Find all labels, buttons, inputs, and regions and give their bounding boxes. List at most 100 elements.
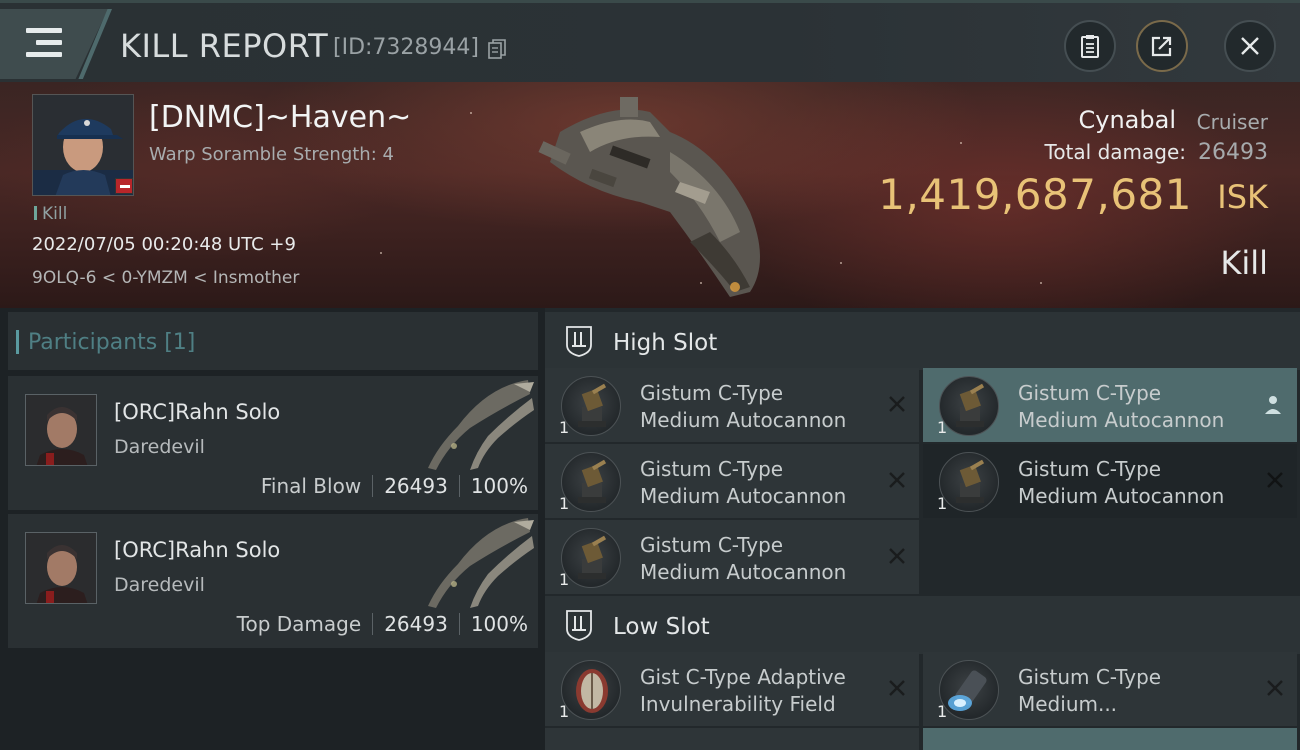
module-card[interactable]: 1 Gist C-Type Adaptive Invulnerability F… <box>545 652 919 726</box>
high-slot-icon <box>566 326 592 357</box>
participant-card[interactable]: [ORC]Rahn Solo Daredevil Top Damage 2649… <box>8 514 538 648</box>
participant-card[interactable]: [ORC]Rahn Solo Daredevil Final Blow 2649… <box>8 376 538 510</box>
kill-datetime: 2022/07/05 00:20:48 UTC +9 <box>32 234 296 255</box>
destroyed-x-icon <box>1267 472 1283 488</box>
isk-unit: ISK <box>1217 178 1268 216</box>
participant-name[interactable]: [ORC]Rahn Solo <box>114 400 280 424</box>
high-slot-title: High Slot <box>613 330 718 356</box>
module-quantity: 1 <box>937 702 948 721</box>
module-card-partial[interactable] <box>545 728 919 750</box>
module-name-line1: Gistum C-Type <box>1018 665 1162 689</box>
shield-hardener-icon <box>561 660 621 720</box>
fitting-panel: High Slot 1 Gistum C-Type Medium Autocan… <box>545 308 1300 750</box>
participant-ship: Daredevil <box>114 436 205 458</box>
participant-stats: Final Blow 26493 100% <box>261 474 528 498</box>
module-name: Gistum C-Type Medium Autocannon <box>1018 456 1224 510</box>
module-name-line1: Gistum C-Type <box>1018 381 1162 405</box>
daredevil-ship-icon[interactable] <box>418 514 536 610</box>
cynabal-ship-icon[interactable] <box>520 92 780 302</box>
module-quantity: 1 <box>559 570 570 589</box>
module-name: Gistum C-Type Medium Autocannon <box>640 456 846 510</box>
module-quantity: 1 <box>559 702 570 721</box>
module-quantity: 1 <box>559 494 570 513</box>
participants-panel: Participants [1] [ORC]Rahn Solo Daredevi… <box>0 308 545 750</box>
participant-percent: 100% <box>470 474 528 498</box>
low-slot-header[interactable]: Low Slot <box>545 596 1300 654</box>
copy-icon[interactable] <box>488 39 506 59</box>
kill-result: Kill <box>1220 244 1268 282</box>
kill-type-tag: Kill <box>34 204 67 224</box>
ship-name[interactable]: Cynabal <box>1079 106 1177 134</box>
participant-avatar[interactable] <box>25 394 97 466</box>
victim-subtitle: Warp Soramble Strength: 4 <box>149 144 394 165</box>
participant-name[interactable]: [ORC]Rahn Solo <box>114 538 280 562</box>
autocannon-icon <box>561 376 621 436</box>
divider <box>458 613 460 635</box>
module-card[interactable]: 1 Gistum C-Type Medium Autocannon <box>923 444 1297 518</box>
module-card[interactable]: 1 Gistum C-Type Medium Autocannon <box>545 520 919 594</box>
module-name-line2: Medium... <box>1018 692 1118 716</box>
kill-summary-banner: [DNMC]~Haven~ Warp Soramble Strength: 4 … <box>0 82 1300 308</box>
clipboard-icon <box>1081 35 1099 58</box>
destroyed-x-icon <box>889 680 905 696</box>
module-name: Gistum C-Type Medium Autocannon <box>640 532 846 586</box>
module-name-line2: Invulnerability Field <box>640 692 836 716</box>
participants-title: Participants [1] <box>15 330 196 355</box>
module-card[interactable]: 1 Gistum C-Type Medium Autocannon <box>923 368 1297 442</box>
share-button[interactable] <box>1136 20 1188 72</box>
module-name: Gistum C-Type Medium Autocannon <box>640 380 846 434</box>
low-slot-title: Low Slot <box>613 614 710 640</box>
daredevil-ship-icon[interactable] <box>418 376 536 472</box>
module-name-line1: Gistum C-Type <box>640 533 784 557</box>
module-name-line2: Medium Autocannon <box>640 408 847 432</box>
hamburger-menu-icon[interactable] <box>26 28 62 58</box>
module-name-line1: Gistum C-Type <box>640 381 784 405</box>
high-slot-header[interactable]: High Slot <box>545 312 1300 370</box>
divider <box>458 475 460 497</box>
victim-name[interactable]: [DNMC]~Haven~ <box>149 100 411 135</box>
module-name: Gistum C-Type Medium Autocannon <box>1018 380 1224 434</box>
total-damage-value: 26493 <box>1198 140 1268 165</box>
module-card[interactable]: 1 Gistum C-Type Medium Autocannon <box>545 368 919 442</box>
close-button[interactable] <box>1224 20 1276 72</box>
kill-location[interactable]: 9OLQ-6 < 0-YMZM < Insmother <box>32 268 299 288</box>
report-id: [ID:7328944] <box>333 35 479 60</box>
module-name-line2: Medium Autocannon <box>1018 484 1225 508</box>
ship-class: Cruiser <box>1196 110 1268 134</box>
autocannon-icon <box>561 528 621 588</box>
module-name-line1: Gistum C-Type <box>1018 457 1162 481</box>
destroyed-x-icon <box>889 396 905 412</box>
participants-header: Participants [1] <box>8 312 538 370</box>
module-card[interactable]: 1 Gistum C-Type Medium Autocannon <box>545 444 919 518</box>
participant-role: Final Blow <box>260 474 362 498</box>
module-name-line2: Medium Autocannon <box>640 560 847 584</box>
participant-ship: Daredevil <box>114 574 205 596</box>
page-title: KILL REPORT <box>120 27 329 65</box>
module-card-partial[interactable] <box>923 728 1297 750</box>
module-name-line1: Gistum C-Type <box>640 457 784 481</box>
destroyed-x-icon <box>889 548 905 564</box>
shield-booster-icon <box>939 660 999 720</box>
window-header: KILL REPORT [ID:7328944] <box>0 0 1300 82</box>
destroyed-x-icon <box>1267 680 1283 696</box>
clipboard-button[interactable] <box>1064 20 1116 72</box>
participant-avatar[interactable] <box>25 532 97 604</box>
module-name-line2: Medium Autocannon <box>1018 408 1225 432</box>
low-slot-icon <box>566 610 592 641</box>
autocannon-icon <box>939 376 999 436</box>
module-quantity: 1 <box>937 418 948 437</box>
module-name: Gist C-Type Adaptive Invulnerability Fie… <box>640 664 846 718</box>
module-name: Gistum C-Type Medium... <box>1018 664 1161 718</box>
divider <box>372 613 374 635</box>
participant-damage: 26493 <box>384 612 448 636</box>
divider <box>372 475 374 497</box>
isk-value: 1,419,687,681 <box>878 170 1192 219</box>
autocannon-icon <box>561 452 621 512</box>
module-name-line1: Gist C-Type Adaptive <box>640 665 846 689</box>
close-icon <box>1241 37 1259 55</box>
module-quantity: 1 <box>559 418 570 437</box>
autocannon-icon <box>939 452 999 512</box>
module-name-line2: Medium Autocannon <box>640 484 847 508</box>
total-damage-label: Total damage: <box>1044 140 1187 164</box>
module-card[interactable]: 1 Gistum C-Type Medium... <box>923 652 1297 726</box>
